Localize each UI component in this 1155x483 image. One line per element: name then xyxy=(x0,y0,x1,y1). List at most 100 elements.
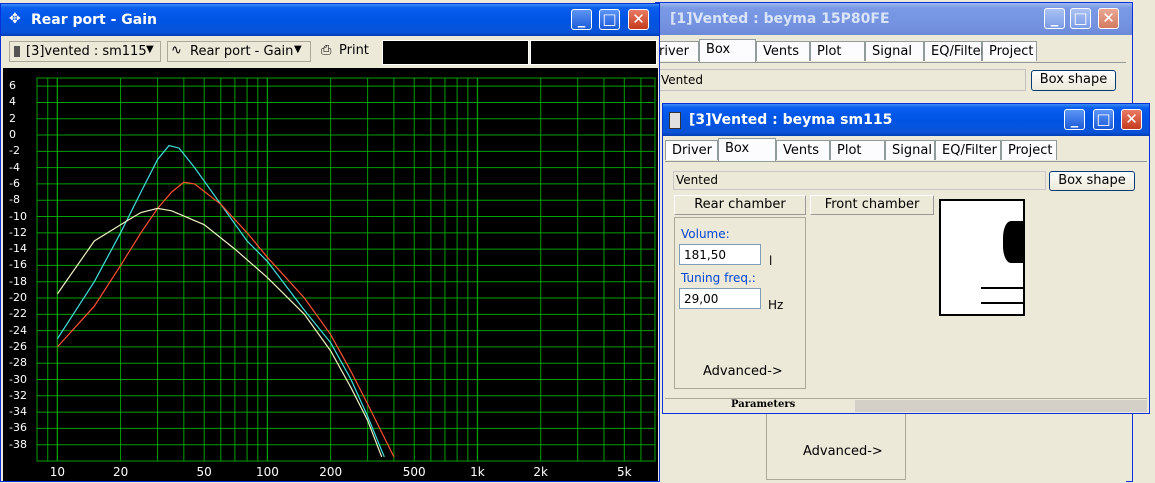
status-parameters-label: Parameters xyxy=(731,399,796,410)
y-tick-label: -24 xyxy=(9,323,27,337)
tab-plot[interactable]: Plot xyxy=(810,41,865,61)
y-tick-label: -20 xyxy=(9,291,27,305)
tab-signal[interactable]: Signal xyxy=(865,41,924,61)
vent-line-top xyxy=(981,287,1023,289)
back-advanced-link[interactable]: Advanced-> xyxy=(803,444,883,459)
printer-icon: ⎙ xyxy=(321,43,332,58)
minimize-button[interactable]: _ xyxy=(1044,8,1065,29)
close-icon: ✕ xyxy=(632,10,645,28)
chevron-down-icon[interactable]: ▼ xyxy=(294,44,302,55)
y-tick-label: -34 xyxy=(9,405,27,419)
back-window-titlebar[interactable]: [1]Vented : beyma 15P80FE _ □ ✕ xyxy=(656,3,1132,35)
tab-box[interactable]: Box xyxy=(718,138,776,161)
tab-eq-filter[interactable]: EQ/Filter xyxy=(924,41,986,61)
front-tab-strip: Driver Box Vents Plot Signal EQ/Filter P… xyxy=(665,138,1075,162)
status-bar-progress xyxy=(855,400,1147,412)
front-box-type-field[interactable]: Vented xyxy=(673,171,1046,190)
plot-select[interactable]: ∿ Rear port - Gain ▼ xyxy=(167,41,311,62)
minimize-button[interactable]: _ xyxy=(571,9,592,30)
readout-box-2 xyxy=(530,40,657,65)
move-icon: ✥ xyxy=(9,11,21,27)
y-tick-label: -2 xyxy=(9,144,20,158)
maximize-button[interactable]: □ xyxy=(1093,109,1114,130)
x-tick-label: 2k xyxy=(533,465,548,479)
front-vented-window: [3]Vented : beyma sm115 _ □ ✕ Driver Box… xyxy=(662,103,1150,414)
print-button[interactable]: ⎙ Print xyxy=(319,41,377,62)
volume-input[interactable]: 181,50 xyxy=(679,244,761,265)
wave-icon: ∿ xyxy=(171,43,182,58)
x-tick-label: 20 xyxy=(112,465,129,479)
series-line-3 xyxy=(56,207,383,458)
y-tick-label: -10 xyxy=(9,209,27,223)
tab-signal[interactable]: Signal xyxy=(885,140,935,160)
gain-toolbar: [3]vented : sm115 ▼ ∿ Rear port - Gain ▼… xyxy=(3,38,659,66)
tab-plot[interactable]: Plot xyxy=(830,140,885,160)
x-tick-label: 50 xyxy=(196,465,212,479)
advanced-link[interactable]: Advanced-> xyxy=(703,364,783,379)
volume-label: Volume: xyxy=(681,227,730,241)
volume-unit: l xyxy=(769,254,773,268)
print-label: Print xyxy=(339,43,369,58)
y-tick-label: 0 xyxy=(9,128,16,142)
chevron-down-icon[interactable]: ▼ xyxy=(146,44,154,55)
gain-chart[interactable] xyxy=(3,68,658,481)
y-tick-label: -8 xyxy=(9,193,20,207)
x-tick-label: 100 xyxy=(255,465,279,479)
y-tick-label: -18 xyxy=(9,274,27,288)
y-tick-label: -28 xyxy=(9,356,27,370)
minimize-button[interactable]: _ xyxy=(1064,109,1085,130)
tab-eq-filter[interactable]: EQ/Filter xyxy=(935,140,1001,160)
maximize-button[interactable]: □ xyxy=(1070,8,1091,29)
y-tick-label: -6 xyxy=(9,176,20,190)
tuning-freq-label: Tuning freq.: xyxy=(681,271,756,285)
y-tick-label: -30 xyxy=(9,372,27,386)
rear-chamber-button[interactable]: Rear chamber xyxy=(674,195,806,215)
chart-area[interactable]: 6 4 2 0 -2 -4 -6 -8 -10 -12 -14 -16 -18 -20 -22 -24 -26-… xyxy=(3,68,658,481)
front-window-titlebar[interactable]: [3]Vented : beyma sm115 _ □ ✕ xyxy=(663,104,1149,136)
maximize-icon: □ xyxy=(1096,110,1111,128)
back-tab-strip: river Box Vents Plot Signal EQ/Filter Pr… xyxy=(656,39,1056,63)
rear-port-gain-window: ✥ Rear port - Gain _ □ ✕ [3]vented : sm1… xyxy=(0,3,660,482)
box-shape-preview xyxy=(939,199,1025,316)
model-icon xyxy=(14,46,20,57)
model-select-value: [3]vented : sm115 xyxy=(26,44,147,59)
y-tick-label: -16 xyxy=(9,258,27,272)
y-tick-label: -4 xyxy=(9,160,20,174)
x-tick-label: 10 xyxy=(49,465,65,479)
back-box-type-field[interactable]: Vented xyxy=(656,69,1026,91)
close-button[interactable]: ✕ xyxy=(1098,8,1119,29)
back-box-shape-button[interactable]: Box shape xyxy=(1031,70,1116,91)
series-line-2 xyxy=(56,181,395,458)
y-tick-label: -36 xyxy=(9,421,27,435)
tab-project[interactable]: Project xyxy=(1001,140,1057,160)
close-icon: ✕ xyxy=(1102,9,1115,27)
gain-window-title: Rear port - Gain xyxy=(31,12,157,28)
x-tick-label: 500 xyxy=(402,465,426,479)
tuning-freq-unit: Hz xyxy=(768,298,784,312)
front-box-shape-button[interactable]: Box shape xyxy=(1049,171,1135,191)
front-window-title: [3]Vented : beyma sm115 xyxy=(689,112,893,128)
minimize-icon: _ xyxy=(577,10,586,28)
close-button[interactable]: ✕ xyxy=(1121,109,1142,130)
front-chamber-button[interactable]: Front chamber xyxy=(810,195,934,215)
tab-driver[interactable]: river xyxy=(656,41,699,61)
gain-window-titlebar[interactable]: ✥ Rear port - Gain _ □ ✕ xyxy=(1,4,659,36)
minimize-icon: _ xyxy=(1050,9,1059,27)
minimize-icon: _ xyxy=(1070,110,1079,128)
close-button[interactable]: ✕ xyxy=(628,9,649,30)
y-tick-label: 4 xyxy=(9,95,16,109)
readout-box-1 xyxy=(382,40,529,65)
maximize-button[interactable]: □ xyxy=(599,9,620,30)
maximize-icon: □ xyxy=(1073,9,1088,27)
tuning-freq-input[interactable]: 29,00 xyxy=(679,288,761,309)
y-tick-label: -32 xyxy=(9,388,27,402)
tab-vents[interactable]: Vents xyxy=(756,41,810,61)
tab-box[interactable]: Box xyxy=(699,39,756,62)
tab-project[interactable]: Project xyxy=(982,41,1037,61)
model-select[interactable]: [3]vented : sm115 ▼ xyxy=(9,41,161,62)
tab-driver[interactable]: Driver xyxy=(665,140,718,160)
tab-vents[interactable]: Vents xyxy=(776,140,830,160)
app-icon xyxy=(669,112,681,129)
y-tick-label: -26 xyxy=(9,339,27,353)
driver-icon xyxy=(1003,221,1023,263)
